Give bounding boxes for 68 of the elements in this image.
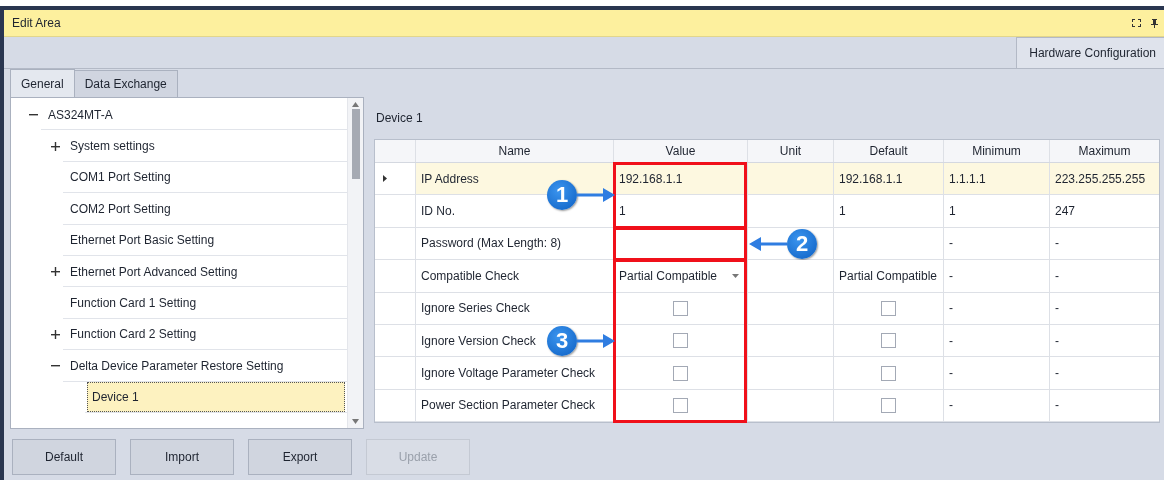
minimum-cell: -	[943, 389, 1049, 422]
expand-icon[interactable]	[51, 267, 60, 277]
scrollbar-thumb[interactable]	[351, 109, 360, 179]
minimum-cell: -	[943, 260, 1049, 292]
tree-item[interactable]: Ethernet Port Advanced Setting	[65, 256, 243, 287]
checkbox[interactable]	[673, 397, 688, 413]
tree-item[interactable]: COM2 Port Setting	[65, 193, 176, 224]
column-header: Default	[833, 140, 943, 162]
tree-item[interactable]: Function Card 1 Setting	[65, 288, 202, 319]
minimum-cell: -	[943, 292, 1049, 324]
checkbox[interactable]	[673, 333, 688, 349]
scrollbar[interactable]	[347, 98, 363, 428]
parameter-name: Power Section Parameter Check	[415, 389, 613, 422]
checkbox[interactable]	[881, 300, 896, 316]
tree-item[interactable]: COM1 Port Setting	[65, 162, 176, 193]
minimum-cell: -	[943, 227, 1049, 260]
dropdown[interactable]: Partial Compatible	[613, 260, 747, 292]
tree-item[interactable]: Device 1	[87, 382, 345, 413]
expand-icon[interactable]	[51, 141, 60, 151]
document-tab[interactable]: Hardware Configuration	[1016, 37, 1164, 68]
parameter-name: Ignore Series Check	[415, 292, 613, 324]
pin-icon[interactable]	[1151, 18, 1158, 28]
checkbox[interactable]	[881, 397, 896, 413]
maximum-cell: 223.255.255.255	[1049, 163, 1159, 195]
value-cell: 1	[833, 195, 943, 227]
column-header: Value	[613, 140, 747, 162]
column-header: Maximum	[1049, 140, 1159, 162]
caret-icon	[732, 273, 739, 278]
maximum-cell: -	[1049, 292, 1159, 324]
tree-item[interactable]: AS324MT-A	[43, 99, 118, 130]
tree-item[interactable]: Delta Device Parameter Restore Setting	[65, 350, 289, 381]
maximum-cell: -	[1049, 260, 1159, 292]
checkbox[interactable]	[673, 365, 688, 381]
parameter-name: Password (Max Length: 8)	[415, 227, 613, 260]
scroll-up-icon[interactable]	[352, 102, 359, 107]
parameter-name: Compatible Check	[415, 260, 613, 292]
expand-icon[interactable]	[51, 329, 60, 339]
maximum-cell: -	[1049, 227, 1159, 260]
maximize-icon[interactable]	[1132, 19, 1141, 27]
parameter-name: Ignore Voltage Parameter Check	[415, 357, 613, 389]
tree-item[interactable]: Function Card 2 Setting	[65, 319, 202, 350]
section-title: Device 1	[375, 111, 424, 127]
maximum-cell: -	[1049, 357, 1159, 389]
action-button[interactable]: Export	[248, 439, 352, 475]
checkbox[interactable]	[881, 365, 896, 381]
minimum-cell: 1	[943, 195, 1049, 227]
column-header: Minimum	[943, 140, 1049, 162]
row-indicator-icon	[383, 175, 387, 183]
value-cell: 192.168.1.1	[833, 163, 943, 195]
checkbox[interactable]	[673, 300, 688, 316]
tree-item[interactable]: Ethernet Port Basic Setting	[65, 225, 220, 256]
column-header: Name	[415, 140, 613, 162]
panel-title: Edit Area	[12, 16, 61, 30]
action-button[interactable]: Import	[130, 439, 234, 475]
maximum-cell: -	[1049, 324, 1159, 357]
minimum-cell: -	[943, 357, 1049, 389]
value-cell: Partial Compatible	[833, 260, 943, 292]
maximum-cell: 247	[1049, 195, 1159, 227]
scroll-down-icon[interactable]	[352, 419, 359, 424]
column-header: Unit	[747, 140, 833, 162]
tab[interactable]: General	[10, 69, 75, 97]
tab[interactable]: Data Exchange	[73, 70, 178, 97]
minimum-cell: -	[943, 324, 1049, 357]
checkbox[interactable]	[881, 333, 896, 349]
tree-item[interactable]: System settings	[65, 131, 160, 162]
maximum-cell: -	[1049, 389, 1159, 422]
action-button[interactable]: Default	[12, 439, 116, 475]
minimum-cell: 1.1.1.1	[943, 163, 1049, 195]
